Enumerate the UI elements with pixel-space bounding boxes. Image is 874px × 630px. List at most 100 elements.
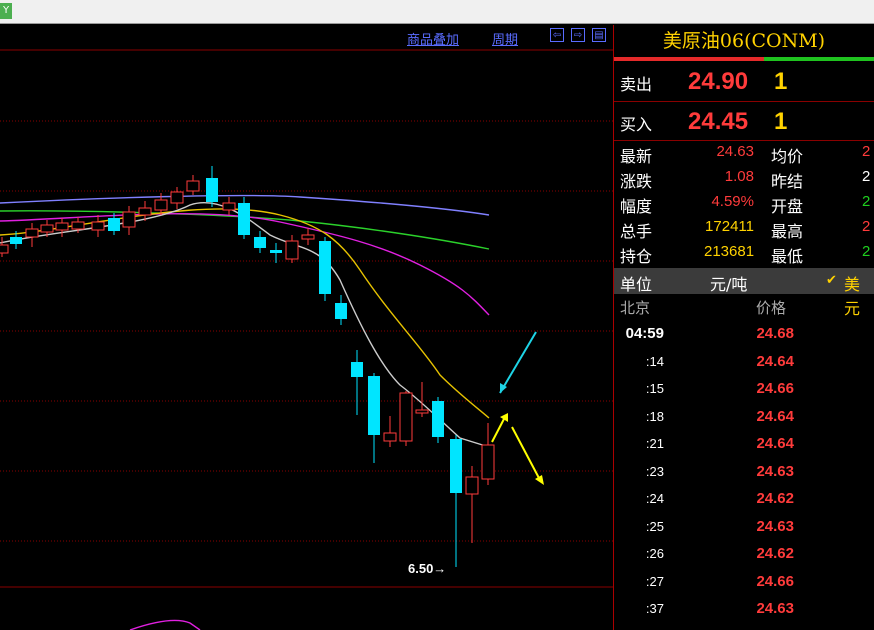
quote-stat-label: 持仓	[620, 247, 653, 266]
window-titlebar: Y	[0, 0, 874, 24]
quote-stat-label: 昨结	[771, 172, 804, 191]
ask-label: 卖出	[620, 75, 653, 94]
tick-time: :25	[645, 518, 664, 534]
check-icon[interactable]: ✔	[826, 273, 837, 288]
candle-body	[285, 240, 299, 260]
tick-price: 24.66	[756, 380, 794, 397]
quote-panel: 美原油06(CONM) 卖出 24.90 1 买入 24.45 1 最新 24.6…	[614, 25, 874, 630]
divider	[614, 140, 874, 141]
ask-volume: 1	[774, 68, 788, 95]
tick-price: 24.62	[756, 545, 794, 562]
candle-body	[270, 250, 282, 253]
ticks-city-header: 北京	[620, 299, 651, 317]
contract-title: 美原油06(CONM)	[662, 30, 826, 52]
down-candle	[254, 231, 266, 253]
app-icon[interactable]: Y	[0, 3, 12, 19]
up-candle	[91, 215, 105, 237]
up-candle	[222, 197, 236, 215]
unit-label: 单位	[620, 275, 653, 294]
quote-stat-value: 1.08	[724, 168, 754, 185]
candle-body	[40, 224, 54, 233]
candle-body	[383, 432, 397, 442]
up-candle	[383, 416, 397, 447]
quote-stat-value: 4.59%	[711, 193, 754, 210]
candle-body	[335, 303, 347, 319]
down-candle	[206, 166, 218, 207]
up-candle	[25, 223, 39, 247]
up-candle	[285, 235, 299, 263]
quote-stat-value: 2	[862, 143, 871, 160]
up-candle	[301, 228, 315, 245]
buy-strength-bar	[764, 57, 874, 61]
candle-body	[481, 444, 495, 480]
up-candle	[465, 466, 479, 543]
quote-stat-label: 开盘	[771, 197, 804, 216]
down-candle	[351, 350, 363, 415]
quote-stat-value: 2	[862, 168, 871, 185]
candle-body	[450, 439, 462, 493]
quote-stat-value: 213681	[704, 243, 755, 260]
ma10-line	[0, 208, 490, 419]
candle-body	[415, 409, 429, 414]
chart-grid	[0, 49, 613, 588]
up-candle	[170, 187, 184, 209]
candle-body	[432, 401, 444, 437]
down-candle	[450, 435, 462, 567]
tick-time: 04:59	[625, 325, 664, 342]
tick-price: 24.64	[756, 352, 794, 370]
quote-stat-value: 172411	[705, 218, 754, 235]
unit-row[interactable]: 单位 元/吨 ✔ 美元	[614, 268, 874, 318]
quote-stat-label: 幅度	[620, 197, 653, 216]
sub-indicator-line	[129, 619, 201, 630]
yellow-down-arrow	[511, 426, 544, 485]
unit-value: 元/吨	[710, 275, 748, 294]
quote-stat-value: 2	[862, 218, 871, 235]
up-candle	[0, 237, 9, 257]
cyan-arrow	[499, 331, 537, 394]
candle-body	[10, 237, 22, 244]
tick-price: 24.66	[756, 572, 794, 590]
quote-stat-label: 总手	[620, 222, 653, 241]
candle-body	[399, 392, 413, 442]
sell-strength-bar	[614, 57, 764, 61]
candle-body	[154, 199, 168, 211]
down-candle	[335, 295, 347, 325]
tick-time: :27	[645, 573, 664, 589]
tick-price: 24.63	[756, 517, 794, 535]
tick-time: :18	[645, 408, 664, 424]
candle-body	[222, 202, 236, 211]
yellow-up-arrow	[491, 413, 508, 443]
down-candle	[270, 243, 282, 263]
candlesticks	[0, 166, 495, 567]
low-price-label: 6.50→	[408, 561, 446, 576]
tick-price: 24.63	[756, 462, 794, 480]
chart-canvas: 6.50→	[0, 49, 613, 630]
tick-time: :21	[645, 436, 664, 451]
candle-body	[55, 222, 69, 231]
up-candle	[481, 423, 495, 485]
candle-body	[368, 376, 380, 435]
up-candle	[122, 206, 136, 235]
candle-body	[238, 203, 250, 235]
tick-price: 24.63	[756, 600, 794, 617]
quote-stat-label: 最新	[620, 147, 653, 166]
candle-body	[170, 191, 184, 204]
kline-chart[interactable]: 商品叠加 周期 ⇦ ⇨ ▤ 6.50→	[0, 25, 613, 630]
divider	[614, 101, 874, 102]
candle-body	[122, 211, 136, 228]
candle-body	[254, 237, 266, 248]
tick-time: :23	[645, 463, 664, 479]
bid-label: 买入	[620, 115, 653, 134]
bid-price: 24.45	[688, 108, 749, 135]
ask-price: 24.90	[688, 68, 749, 95]
bid-volume: 1	[774, 108, 788, 135]
candle-body	[206, 178, 218, 202]
candle-body	[186, 180, 200, 192]
candle-body	[319, 241, 331, 294]
tick-price: 24.64	[756, 435, 794, 452]
down-candle	[368, 373, 380, 463]
ticks-price-header: 价格	[756, 299, 787, 317]
currency-label[interactable]: 美元	[844, 271, 874, 319]
tick-time: :14	[645, 353, 664, 369]
up-candle	[55, 218, 69, 237]
